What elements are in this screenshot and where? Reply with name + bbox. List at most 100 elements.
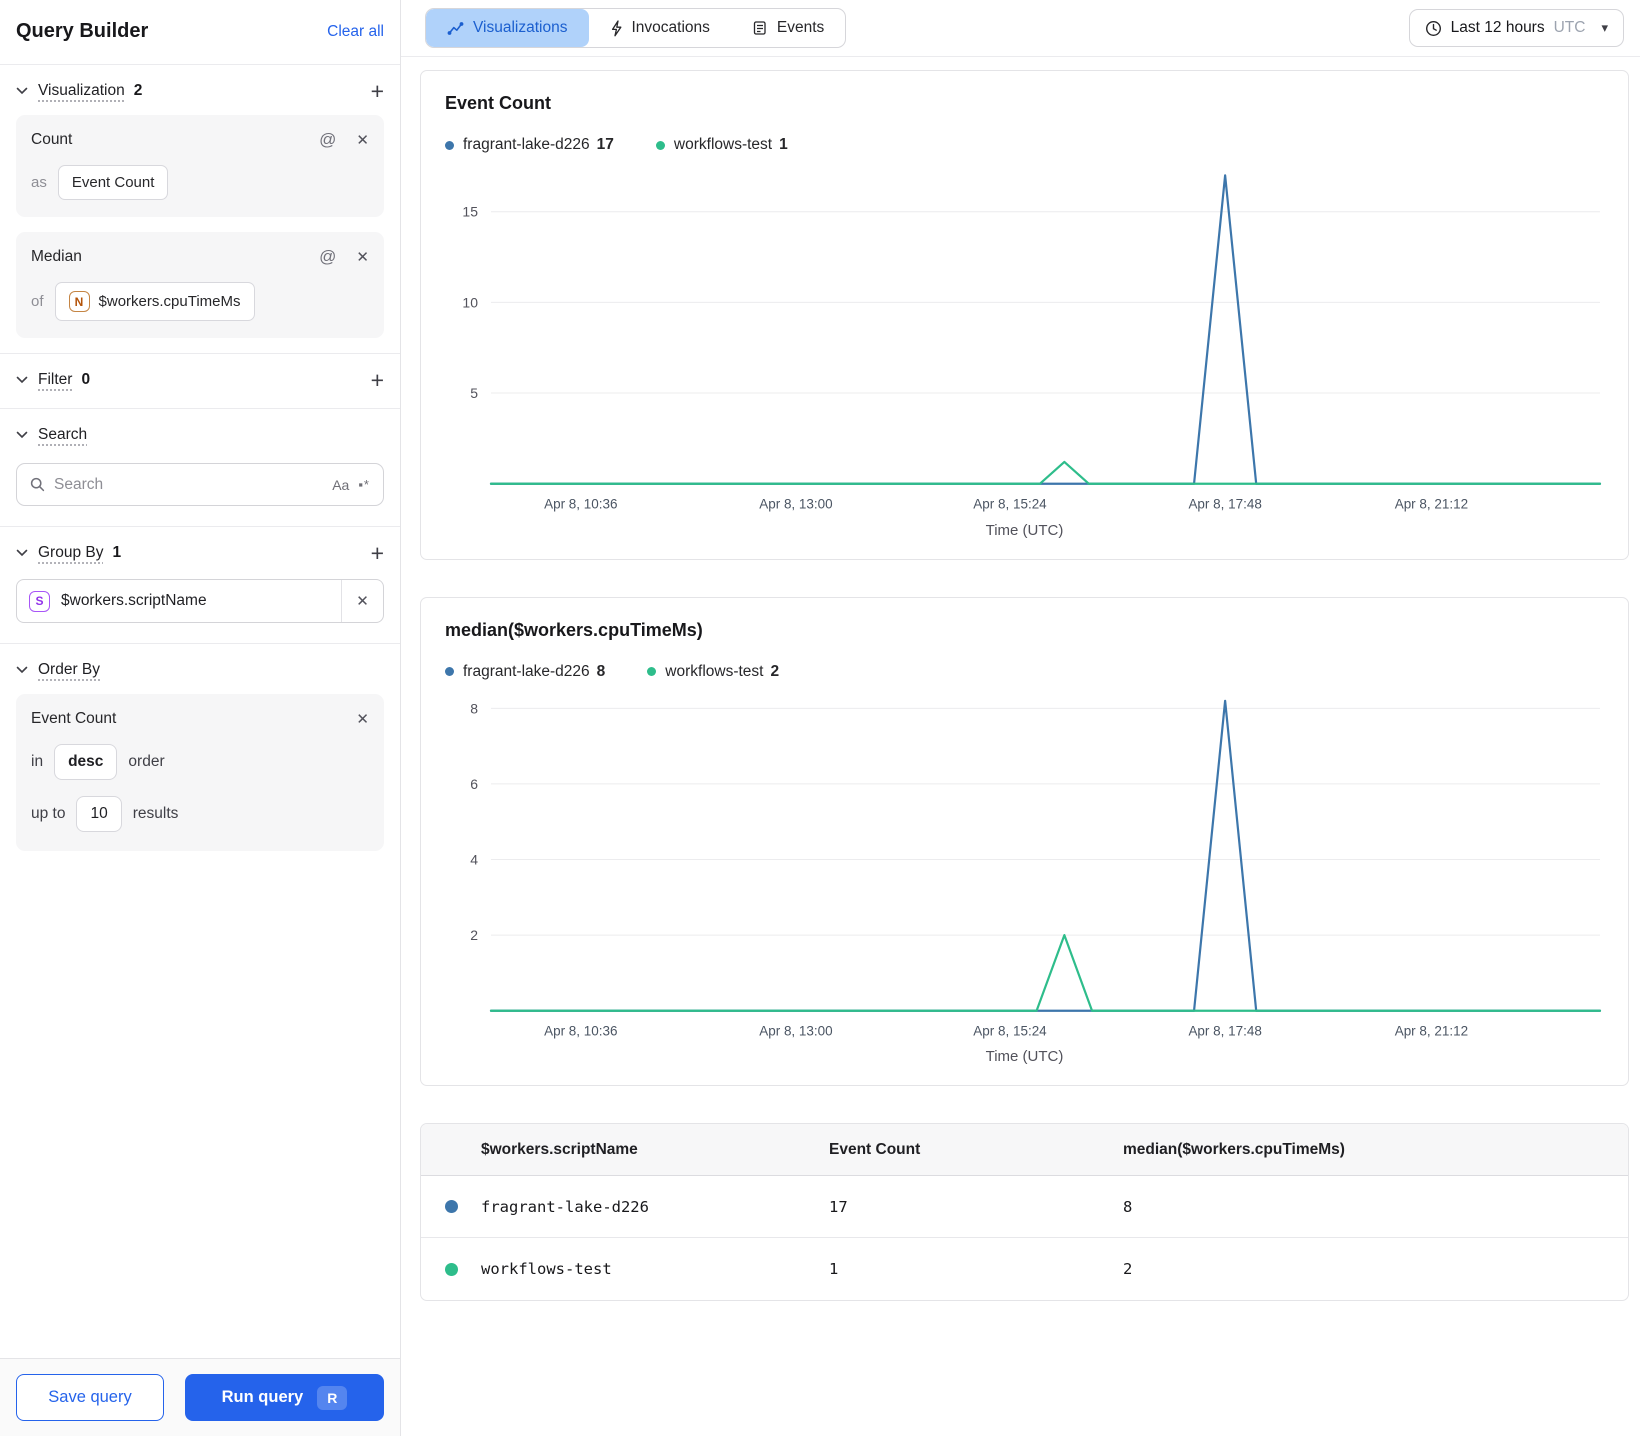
median-chart: 2 4 6 8 Apr 8, 10:36 Apr 8, 13:00 Apr 8, 15:24… <box>470 699 1602 1038</box>
order-by-field: Event Count <box>31 710 117 727</box>
chevron-down-icon[interactable] <box>16 431 28 439</box>
order-by-section: Order By Event Count ✕ in desc order up … <box>0 644 400 851</box>
svg-text:6: 6 <box>470 776 478 792</box>
of-label: of <box>31 293 44 310</box>
tab-events[interactable]: Events <box>731 9 845 47</box>
close-icon[interactable]: ✕ <box>356 248 369 266</box>
clock-icon <box>1425 20 1442 37</box>
median-card-title: Median <box>31 248 82 265</box>
chevron-down-icon[interactable] <box>16 666 28 674</box>
order-by-label: Order By <box>38 661 101 678</box>
count-visualization-card: Count @ ✕ as Event Count <box>16 115 384 217</box>
sort-direction-chip[interactable]: desc <box>54 744 118 780</box>
legend-value: 8 <box>596 662 606 680</box>
remove-group-by-button[interactable]: ✕ <box>342 592 383 610</box>
chart-legend: fragrant-lake-d226 17 workflows-test 1 <box>445 136 1604 154</box>
tab-visualizations[interactable]: Visualizations <box>426 9 589 47</box>
results-table: $workers.scriptName Event Count median($… <box>420 1123 1629 1302</box>
median-field-chip[interactable]: N $workers.cpuTimeMs <box>54 282 255 321</box>
svg-text:Apr 8, 17:48: Apr 8, 17:48 <box>1188 1023 1261 1038</box>
legend-item[interactable]: workflows-test 1 <box>655 136 788 154</box>
close-icon[interactable]: ✕ <box>356 131 369 149</box>
lightning-bolt-icon <box>610 19 623 37</box>
clear-all-link[interactable]: Clear all <box>327 23 384 41</box>
svg-text:Apr 8, 10:36: Apr 8, 10:36 <box>544 1023 617 1038</box>
at-icon[interactable]: @ <box>319 130 336 150</box>
sidebar-footer: Save query Run query R <box>0 1358 400 1436</box>
tab-invocations[interactable]: Invocations <box>589 9 731 47</box>
search-icon <box>30 477 45 492</box>
tab-invocations-label: Invocations <box>631 19 710 36</box>
legend-name: fragrant-lake-d226 <box>463 136 590 153</box>
count-card-title: Count <box>31 131 73 148</box>
main-panel: Visualizations Invocations Events Last 1… <box>401 0 1640 1436</box>
sidebar-body: Visualization 2 + Count @ ✕ as Event Cou… <box>0 65 400 1358</box>
chevron-down-icon[interactable] <box>16 87 28 95</box>
svg-text:Apr 8, 15:24: Apr 8, 15:24 <box>973 1023 1047 1038</box>
svg-text:2: 2 <box>470 927 478 943</box>
column-script-name: $workers.scriptName <box>481 1140 638 1158</box>
at-icon[interactable]: @ <box>319 247 336 267</box>
legend-value: 17 <box>596 136 614 153</box>
visualization-count: 2 <box>133 82 143 99</box>
group-by-field-chip[interactable]: S $workers.scriptName ✕ <box>16 579 384 623</box>
median-visualization-card: Median @ ✕ of N $workers.cpuTimeMs <box>16 232 384 338</box>
chart-title: Event Count <box>445 93 551 113</box>
median-field-value: $workers.cpuTimeMs <box>98 293 241 310</box>
svg-text:8: 8 <box>470 700 478 716</box>
case-sensitive-icon[interactable]: Aa <box>332 477 349 493</box>
time-range-selector[interactable]: Last 12 hours UTC ▾ <box>1408 9 1624 47</box>
chart-legend: fragrant-lake-d226 8 workflows-test 2 <box>445 663 1604 681</box>
series-dot <box>445 140 454 150</box>
filter-section: Filter 0 + <box>0 354 400 409</box>
group-by-label: Group By <box>38 544 104 561</box>
string-type-icon: S <box>29 590 50 612</box>
svg-text:5: 5 <box>470 385 478 401</box>
run-query-button[interactable]: Run query R <box>185 1374 384 1421</box>
legend-value: 2 <box>770 662 780 680</box>
x-axis-label: Time (UTC) <box>985 521 1064 539</box>
svg-text:Apr 8, 10:36: Apr 8, 10:36 <box>544 497 617 512</box>
save-query-button[interactable]: Save query <box>16 1374 164 1421</box>
limit-chip[interactable]: 10 <box>76 796 122 832</box>
x-axis-label: Time (UTC) <box>985 1048 1064 1066</box>
sidebar-header: Query Builder Clear all <box>0 0 400 65</box>
svg-text:10: 10 <box>462 294 478 310</box>
cell-script-name: workflows-test <box>481 1260 612 1279</box>
visualization-section-header: Visualization 2 + <box>16 65 384 115</box>
svg-text:Apr 8, 13:00: Apr 8, 13:00 <box>759 497 832 512</box>
topbar: Visualizations Invocations Events Last 1… <box>401 0 1640 57</box>
search-label: Search <box>38 426 88 443</box>
filter-count: 0 <box>81 371 91 388</box>
line-chart-icon <box>447 21 464 36</box>
legend-item[interactable]: fragrant-lake-d226 17 <box>445 136 614 154</box>
search-input[interactable] <box>54 475 324 494</box>
close-icon[interactable]: ✕ <box>356 710 369 728</box>
legend-item[interactable]: workflows-test 2 <box>647 663 779 681</box>
run-query-label: Run query <box>221 1388 304 1406</box>
chevron-down-icon[interactable] <box>16 376 28 384</box>
svg-text:Apr 8, 21:12: Apr 8, 21:12 <box>1395 1023 1468 1038</box>
as-label: as <box>31 174 47 191</box>
visualization-label: Visualization <box>38 82 125 99</box>
series-dot <box>445 667 454 677</box>
time-range-label: Last 12 hours <box>1450 19 1545 36</box>
legend-name: workflows-test <box>673 136 773 153</box>
table-row: fragrant-lake-d226 17 8 <box>421 1176 1628 1239</box>
event-count-alias-chip[interactable]: Event Count <box>57 165 169 200</box>
timezone-label: UTC <box>1553 19 1586 36</box>
regex-icon[interactable]: ▪* <box>358 477 370 492</box>
results-label: results <box>132 805 179 822</box>
column-event-count: Event Count <box>829 1140 921 1158</box>
add-filter-button[interactable]: + <box>371 369 384 392</box>
series-dot <box>647 667 657 677</box>
svg-text:15: 15 <box>462 204 478 220</box>
order-by-card: Event Count ✕ in desc order up to 10 res… <box>16 694 384 851</box>
legend-item[interactable]: fragrant-lake-d226 8 <box>445 663 605 681</box>
page-title: Query Builder <box>16 20 149 42</box>
chevron-down-icon[interactable] <box>16 549 28 557</box>
add-group-by-button[interactable]: + <box>371 542 384 565</box>
svg-text:4: 4 <box>470 851 478 867</box>
legend-name: workflows-test <box>665 662 764 680</box>
add-visualization-button[interactable]: + <box>371 80 384 103</box>
